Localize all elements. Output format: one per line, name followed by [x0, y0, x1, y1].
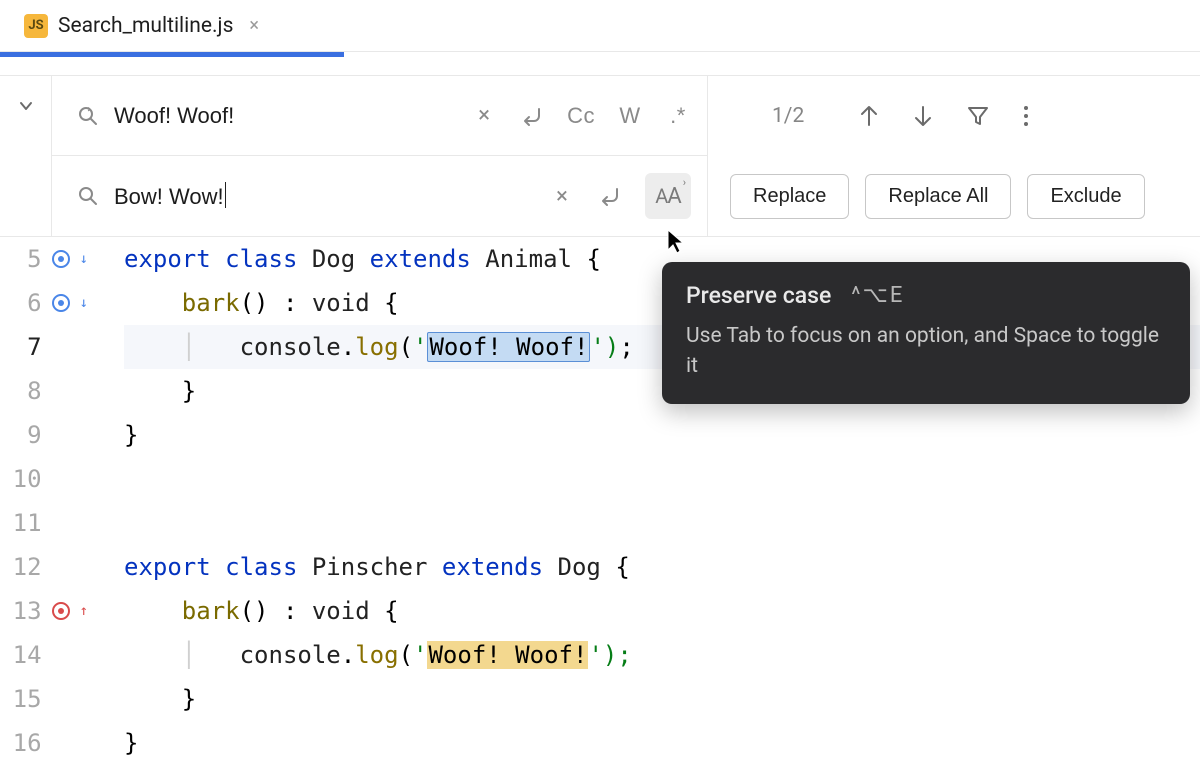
code-line: bark() : void { [124, 589, 1200, 633]
tooltip: Preserve case ^⌥E Use Tab to focus on an… [662, 262, 1190, 404]
tab-underline [0, 52, 344, 57]
tab-bar: JS Search_multiline.js × [0, 0, 1200, 52]
search-match-current: Woof! Woof! [427, 332, 590, 362]
exclude-button[interactable]: Exclude [1027, 174, 1144, 219]
close-tab-icon[interactable]: × [249, 15, 259, 36]
more-options-icon[interactable] [1022, 104, 1030, 128]
clear-replace-icon[interactable]: × [549, 180, 575, 212]
find-nav-row: 1/2 [708, 76, 1200, 156]
code-line [124, 501, 1200, 545]
replace-row: Bow! Wow! × › AA [52, 156, 707, 236]
newline-icon[interactable] [519, 100, 545, 132]
tab-title: Search_multiline.js [58, 14, 233, 38]
replace-all-button[interactable]: Replace All [865, 174, 1011, 219]
clear-find-icon[interactable]: × [471, 100, 497, 132]
code-line: } [124, 721, 1200, 765]
search-match: Woof! Woof! [427, 641, 588, 669]
chevron-down-icon [16, 96, 36, 116]
tooltip-body: Use Tab to focus on an option, and Space… [686, 321, 1166, 382]
chevron-right-icon: › [683, 176, 686, 189]
tooltip-shortcut: ^⌥E [851, 283, 904, 308]
regex-toggle[interactable]: .* [665, 100, 691, 132]
filter-icon[interactable] [966, 104, 990, 128]
preserve-case-toggle[interactable]: › AA [645, 173, 691, 219]
replace-newline-icon[interactable] [597, 180, 623, 212]
find-input[interactable]: Woof! Woof! [114, 103, 457, 129]
replace-search-icon[interactable] [76, 184, 100, 208]
words-toggle[interactable]: W [617, 100, 643, 132]
code-line: │ console.log('Woof! Woof!'); [124, 633, 1200, 677]
match-case-toggle[interactable]: Cc [567, 100, 595, 132]
code-line [124, 457, 1200, 501]
js-file-icon: JS [24, 14, 48, 38]
prev-match-button[interactable] [858, 103, 880, 129]
code-line: } [124, 677, 1200, 721]
search-icon[interactable] [76, 104, 100, 128]
replace-button[interactable]: Replace [730, 174, 849, 219]
find-row: Woof! Woof! × Cc W .* [52, 76, 707, 156]
find-replace-panel: Woof! Woof! × Cc W .* Bow! Wow! × [0, 76, 1200, 237]
file-tab[interactable]: JS Search_multiline.js × [10, 0, 273, 51]
match-counter: 1/2 [772, 104, 804, 128]
gutter: 5↓ 6↓ 7↓ 8↓ 9↓ 10↓ 11↓ 12↓ 13↑ 14↓ 15↓ 1… [0, 237, 110, 765]
tooltip-title: Preserve case [686, 282, 831, 309]
next-match-button[interactable] [912, 103, 934, 129]
code-line: export class Pinscher extends Dog { [124, 545, 1200, 589]
preserve-case-icon: AA [655, 184, 680, 209]
code-line: } [124, 413, 1200, 457]
replace-input[interactable]: Bow! Wow! [114, 182, 535, 210]
collapse-toggle[interactable] [0, 76, 52, 236]
